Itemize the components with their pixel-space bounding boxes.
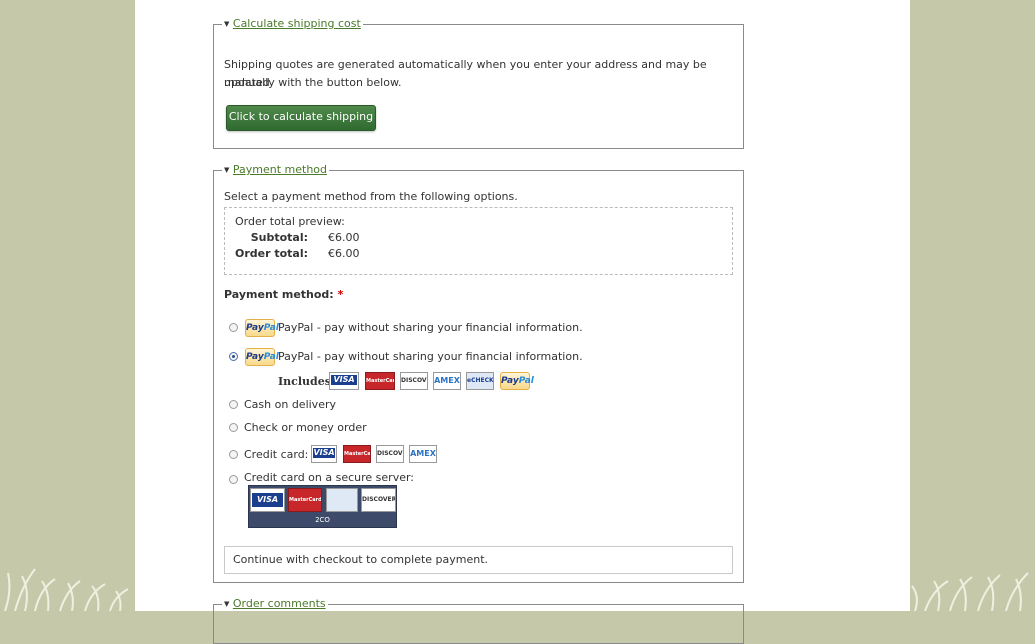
order-comments-legend: ▼ Order comments [222, 597, 328, 611]
discover-card-icon: DISCOVER [376, 445, 404, 463]
collapse-triangle-icon: ▼ [224, 166, 230, 174]
visa-card-icon: VISA [250, 488, 285, 512]
paypal-icon: PayPal [245, 319, 279, 337]
2co-cards-banner: VISA MasterCard DISCOVER 2CO [248, 485, 397, 528]
order-comments-legend-link[interactable]: Order comments [233, 597, 326, 610]
subtotal-label: Subtotal: [250, 231, 308, 244]
shipping-fieldset: ▼ Calculate shipping cost Shipping quote… [213, 17, 744, 149]
payment-method-label: Payment method: * [224, 286, 343, 304]
shipping-description-line2: manually with the button below. [224, 76, 402, 89]
check-money-order-radio[interactable] [229, 423, 238, 432]
shipping-legend-link[interactable]: Calculate shipping cost [233, 17, 361, 30]
discover-card-icon: DISCOVER [400, 372, 428, 390]
order-total-preview: Order total preview: Subtotal: €6.00 Ord… [224, 207, 733, 275]
payment-legend-link[interactable]: Payment method [233, 163, 327, 176]
mastercard-icon: MasterCard [365, 372, 395, 390]
required-marker: * [337, 288, 344, 301]
payment-legend: ▼ Payment method [222, 163, 330, 177]
secure-server-label[interactable]: Credit card on a secure server: [244, 470, 414, 486]
payment-intro: Select a payment method from the followi… [224, 190, 518, 203]
2co-label: 2CO [315, 516, 330, 524]
paypal-radio-2[interactable] [229, 352, 238, 361]
grass-decoration-right [911, 572, 1029, 611]
shipping-legend: ▼ Calculate shipping cost [222, 17, 363, 31]
visa-card-icon: VISA [329, 372, 359, 390]
mastercard-icon: MasterCard [343, 445, 371, 463]
subtotal-value: €6.00 [328, 231, 360, 244]
amex-card-icon: AMEX [409, 445, 437, 463]
cash-on-delivery-label[interactable]: Cash on delivery [244, 397, 336, 413]
echeck-icon: eCHECK [466, 372, 494, 390]
paypal-icon: PayPal [500, 372, 534, 390]
payment-fieldset: ▼ Payment method Select a payment method… [213, 163, 744, 583]
continue-checkout-message: Continue with checkout to complete payme… [224, 546, 733, 574]
amex-card-icon: AMEX [433, 372, 461, 390]
check-money-order-label[interactable]: Check or money order [244, 420, 367, 436]
calculate-shipping-button[interactable]: Click to calculate shipping [226, 105, 376, 131]
order-total-label: Order total: [234, 247, 308, 260]
cash-on-delivery-radio[interactable] [229, 400, 238, 409]
order-comments-fieldset: ▼ Order comments [213, 597, 744, 644]
secure-server-radio[interactable] [229, 475, 238, 484]
payment-method-label-text: Payment method: [224, 288, 334, 301]
preview-title: Order total preview: [235, 215, 345, 228]
grass-decoration-left [4, 568, 129, 611]
collapse-triangle-icon: ▼ [224, 20, 230, 28]
credit-card-label[interactable]: Credit card: [244, 447, 308, 463]
order-total-value: €6.00 [328, 247, 360, 260]
paypal-option-2-label[interactable]: PayPal - pay without sharing your financ… [278, 349, 583, 365]
discover-card-icon: DISCOVER [361, 488, 396, 512]
collapse-triangle-icon: ▼ [224, 600, 230, 608]
mastercard-icon: MasterCard [288, 488, 322, 512]
bank-card-icon [326, 488, 358, 512]
credit-card-radio[interactable] [229, 450, 238, 459]
paypal-icon: PayPal [245, 348, 279, 366]
visa-card-icon: VISA [311, 445, 337, 463]
paypal-radio-1[interactable] [229, 323, 238, 332]
paypal-option-1-label[interactable]: PayPal - pay without sharing your financ… [278, 320, 583, 336]
includes-label: Includes: [278, 375, 335, 388]
